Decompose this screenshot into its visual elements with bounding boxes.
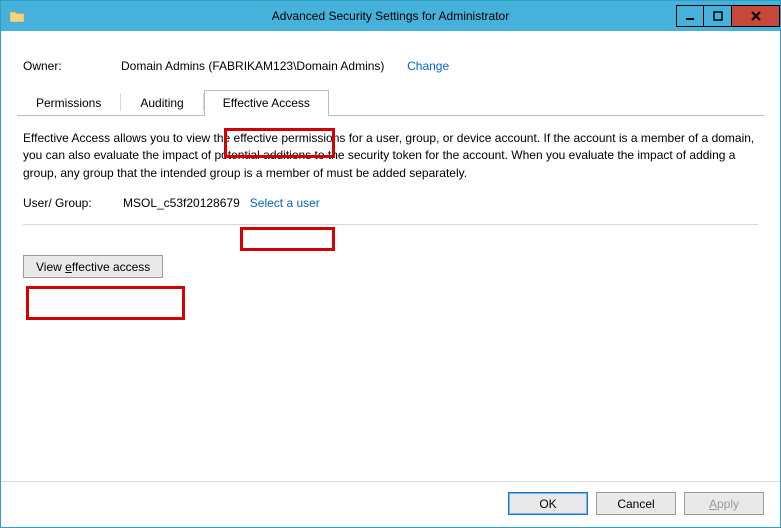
folder-icon <box>9 8 25 24</box>
maximize-button[interactable] <box>704 5 732 27</box>
divider <box>23 224 758 225</box>
owner-label: Owner: <box>23 59 113 73</box>
window-controls <box>676 5 780 27</box>
user-group-label: User/ Group: <box>23 196 113 210</box>
client-area: Owner: Domain Admins (FABRIKAM123\Domain… <box>1 31 780 481</box>
view-effective-access-button[interactable]: View effective access <box>23 255 163 278</box>
effective-access-description: Effective Access allows you to view the … <box>23 130 758 182</box>
cancel-button[interactable]: Cancel <box>596 492 676 515</box>
tab-permissions[interactable]: Permissions <box>17 90 120 116</box>
owner-row: Owner: Domain Admins (FABRIKAM123\Domain… <box>17 45 764 87</box>
user-group-value: MSOL_c53f20128679 <box>123 196 240 210</box>
dialog-footer: OK Cancel Apply <box>1 481 780 527</box>
ok-button[interactable]: OK <box>508 492 588 515</box>
titlebar: Advanced Security Settings for Administr… <box>1 1 780 31</box>
window: Advanced Security Settings for Administr… <box>0 0 781 528</box>
tab-strip: Permissions Auditing Effective Access <box>17 89 764 116</box>
tab-effective-access[interactable]: Effective Access <box>204 90 329 116</box>
change-owner-link[interactable]: Change <box>407 59 449 73</box>
tab-auditing[interactable]: Auditing <box>121 90 202 116</box>
window-title: Advanced Security Settings for Administr… <box>1 9 780 23</box>
select-user-link[interactable]: Select a user <box>250 196 320 210</box>
close-button[interactable] <box>732 5 780 27</box>
user-group-row: User/ Group: MSOL_c53f20128679 Select a … <box>23 196 758 224</box>
tab-panel-effective-access: Effective Access allows you to view the … <box>17 116 764 481</box>
minimize-button[interactable] <box>676 5 704 27</box>
apply-button: Apply <box>684 492 764 515</box>
owner-value: Domain Admins (FABRIKAM123\Domain Admins… <box>121 59 384 73</box>
